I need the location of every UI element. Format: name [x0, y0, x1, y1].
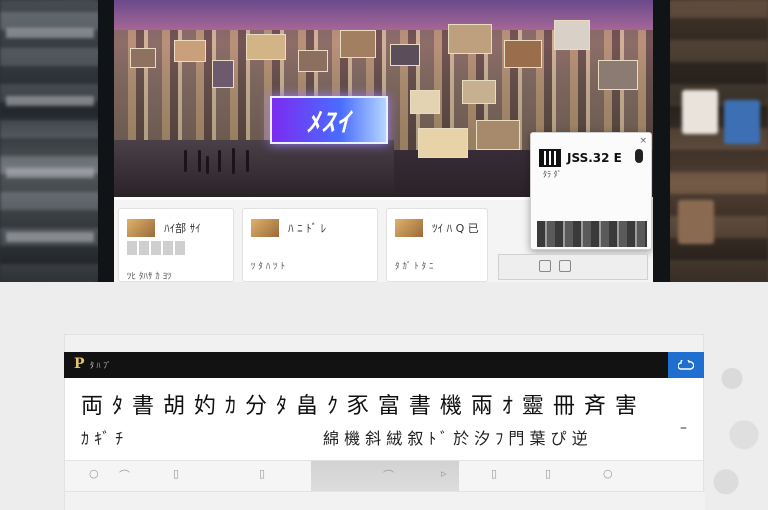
- card-title: ﾊ ﾆ ﾄﾞ ﾚ: [288, 221, 327, 235]
- monitor-screen: ﾒｽｲ ﾊｲ部 ｻｲ ﾂﾋ ﾀﾊｻ ｶ ﾖﾂ ﾊ ﾆ ﾄﾞ ﾚ ﾂ ﾀ ﾊ ﾂ …: [114, 0, 653, 282]
- lower-area: P ﾀ ﾊ ﾌﾞ 両 ﾀ 書 胡 妁 ｶ 分 ﾀ 畠 ｸ 豕 富 書 機 兩 ｵ…: [0, 282, 768, 510]
- toolbar-action-button[interactable]: [668, 352, 704, 378]
- content-card[interactable]: ﾊｲ部 ｻｲ ﾂﾋ ﾀﾊｻ ｶ ﾖﾂ: [118, 208, 234, 282]
- microphone-icon[interactable]: [635, 149, 643, 163]
- grid-row: [65, 491, 705, 510]
- blurred-shelves-right: [668, 0, 768, 282]
- grid-icon[interactable]: ▯: [491, 467, 497, 480]
- control-button[interactable]: [539, 260, 551, 272]
- neon-sign: ﾒｽｲ: [270, 96, 388, 144]
- card-image-strip: [127, 240, 187, 255]
- card-subtitle: ﾂﾋ ﾀﾊｻ ｶ ﾖﾂ: [127, 271, 172, 282]
- panel-header-shadow: [64, 334, 704, 352]
- grid-icon[interactable]: ▯: [545, 467, 551, 480]
- grid-icon[interactable]: ▯: [173, 467, 179, 480]
- content-card[interactable]: ﾂｲ ﾊ Q 已 ﾀ ｶﾞ ﾄ ﾀ ﾆ: [386, 208, 488, 282]
- card-thumbnail: [251, 218, 279, 237]
- text-content: 両 ﾀ 書 胡 妁 ｶ 分 ﾀ 畠 ｸ 豕 富 書 機 兩 ｵ 靈 冊 斉 害 …: [64, 378, 704, 460]
- card-thumbnail: [127, 218, 155, 237]
- monitor: ﾒｽｲ ﾊｲ部 ｻｲ ﾂﾋ ﾀﾊｻ ｶ ﾖﾂ ﾊ ﾆ ﾄﾞ ﾚ ﾂ ﾀ ﾊ ﾂ …: [98, 0, 670, 282]
- toolbar-title: ﾀ ﾊ ﾌﾞ: [90, 361, 112, 370]
- decorative-pattern: [708, 322, 768, 510]
- popup-title: JSS.32 E: [567, 151, 622, 165]
- blurred-shelves-left: [0, 0, 100, 282]
- bottom-grid: ○ ⌒ ▯ ▯ ⌒ ▹ ▯ ▯ ○: [64, 460, 705, 510]
- subline-right: 綿 機 斜 絨 叙 ﾄ ﾞ 於 汐 ﾌ 門 葉 ぴ 逆: [323, 429, 588, 448]
- grid-icon[interactable]: ▯: [259, 467, 265, 480]
- grid-icon[interactable]: ▹: [441, 467, 447, 480]
- card-subtitle: ﾀ ｶﾞ ﾄ ﾀ ﾆ: [395, 261, 434, 272]
- headline-text: 両 ﾀ 書 胡 妁 ｶ 分 ﾀ 畠 ｸ 豕 富 書 機 兩 ｵ 靈 冊 斉 害: [81, 394, 638, 419]
- text-panel: P ﾀ ﾊ ﾌﾞ 両 ﾀ 書 胡 妁 ｶ 分 ﾀ 畠 ｸ 豕 富 書 機 兩 ｵ…: [64, 334, 705, 510]
- grid-icon[interactable]: ○: [89, 467, 99, 480]
- cloud-icon: [678, 360, 694, 370]
- card-title: ﾊｲ部 ｻｲ: [164, 221, 201, 235]
- app-logo: P: [74, 356, 85, 372]
- grid-icon[interactable]: ⌒: [383, 467, 394, 483]
- media-controls: [498, 254, 648, 280]
- control-button[interactable]: [559, 260, 571, 272]
- grid-icon[interactable]: ⌒: [119, 467, 130, 483]
- store-photo: ﾒｽｲ ﾊｲ部 ｻｲ ﾂﾋ ﾀﾊｻ ｶ ﾖﾂ ﾊ ﾆ ﾄﾞ ﾚ ﾂ ﾀ ﾊ ﾂ …: [0, 0, 768, 282]
- card-thumbnail: [395, 218, 423, 237]
- card-title: ﾂｲ ﾊ Q 已: [432, 221, 479, 235]
- qr-code-icon: [539, 149, 561, 167]
- card-subtitle: ﾂ ﾀ ﾊ ﾂ ﾄ: [251, 261, 285, 272]
- subline-left: ｶ ｷﾞ ﾁ: [81, 429, 124, 448]
- popup-preview-strip[interactable]: [537, 221, 647, 247]
- close-icon[interactable]: ×: [639, 136, 647, 146]
- popup-subtitle: ﾀﾗ ﾀﾞ: [543, 170, 562, 179]
- grid-icon[interactable]: ○: [603, 467, 613, 480]
- toolbar: P ﾀ ﾊ ﾌﾞ: [64, 352, 704, 378]
- qr-popup[interactable]: × JSS.32 E ﾀﾗ ﾀﾞ: [530, 132, 652, 250]
- content-card[interactable]: ﾊ ﾆ ﾄﾞ ﾚ ﾂ ﾀ ﾊ ﾂ ﾄ: [242, 208, 378, 282]
- collapse-toggle[interactable]: –: [680, 420, 687, 436]
